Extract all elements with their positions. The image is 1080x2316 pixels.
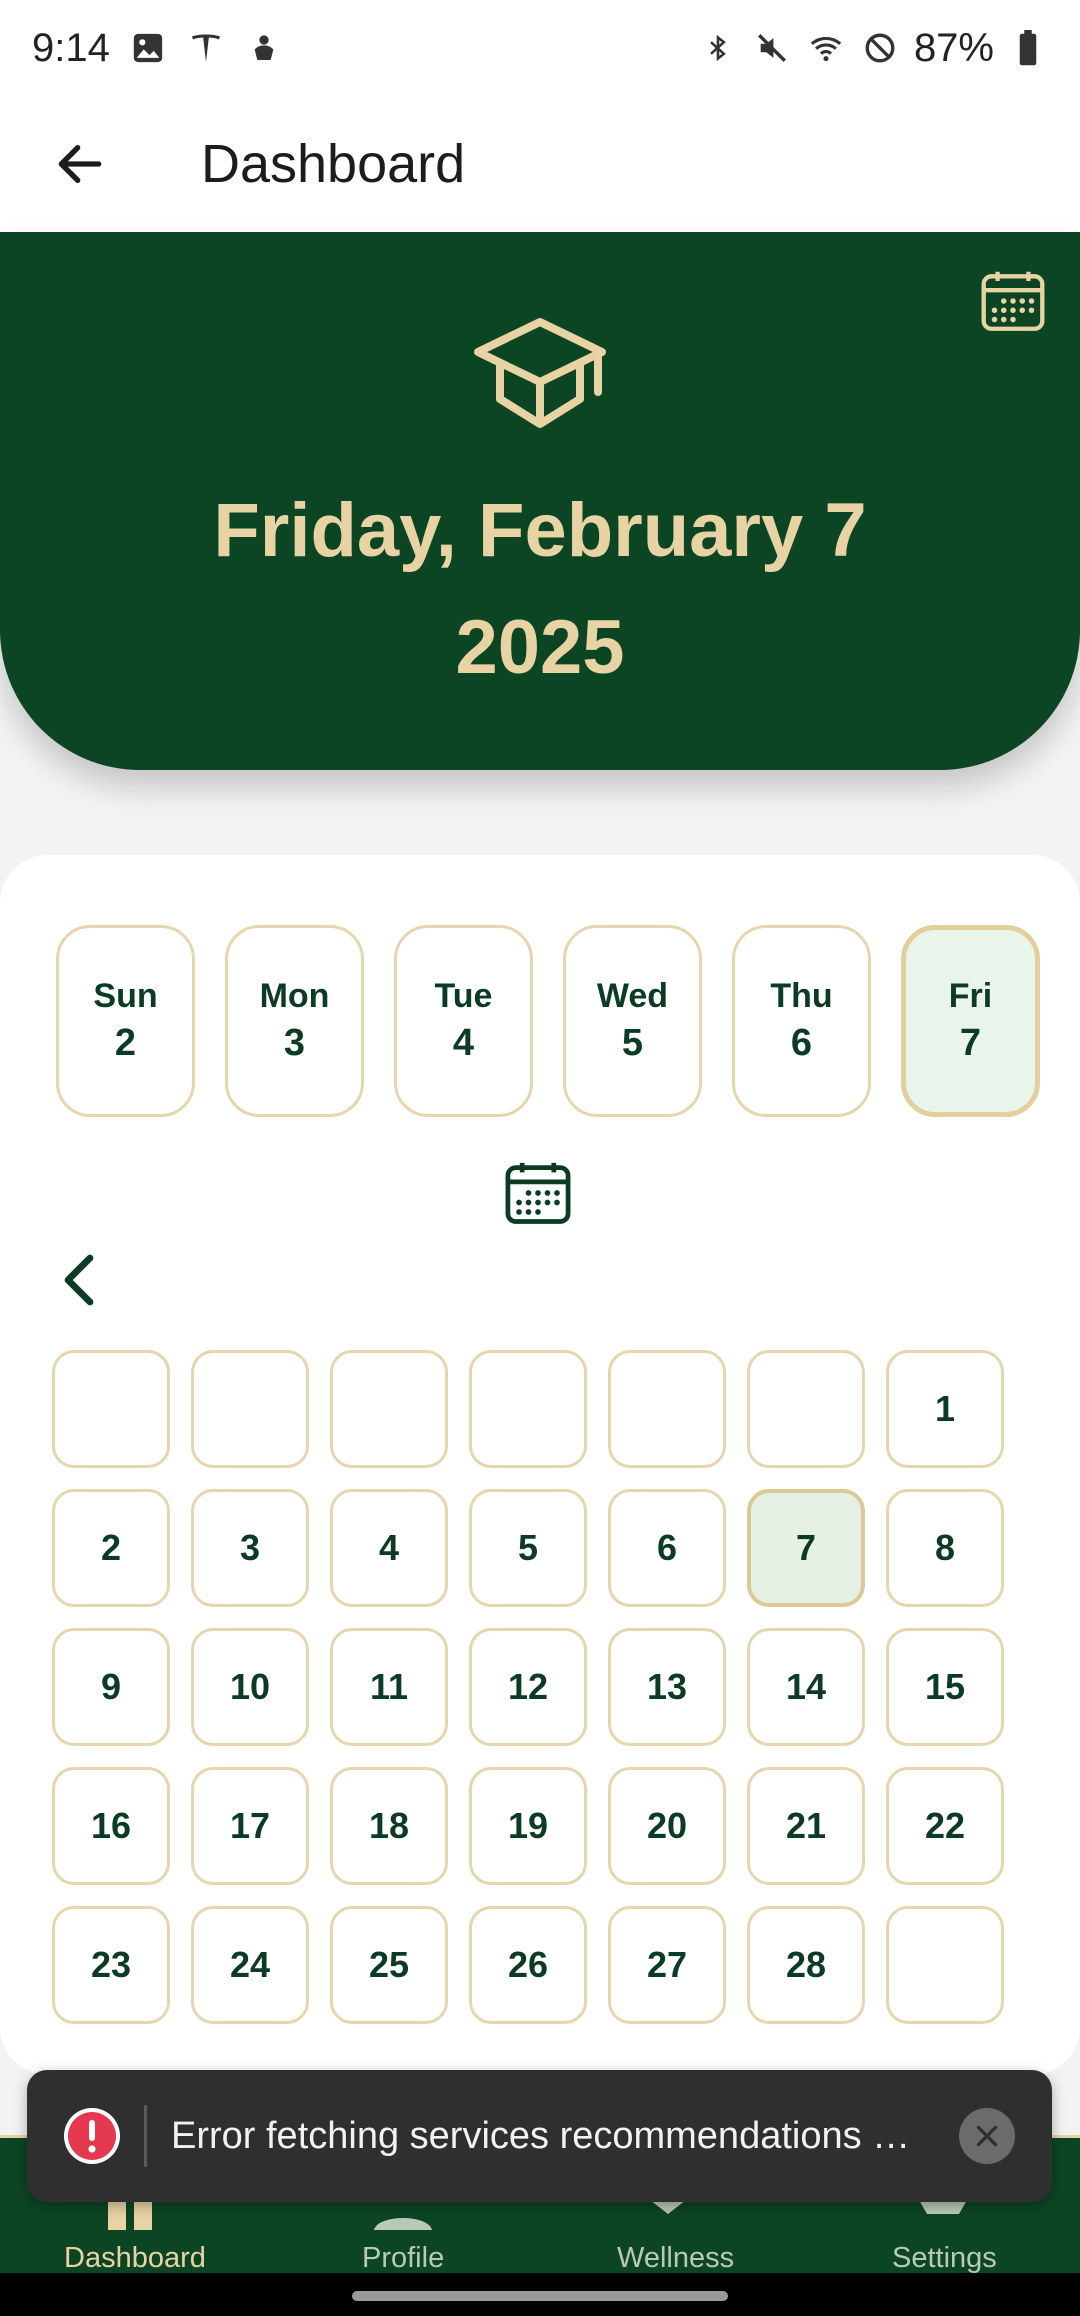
day-cell[interactable]: 26 xyxy=(469,1906,587,2024)
battery-icon xyxy=(1008,28,1048,68)
week-day-number: 2 xyxy=(114,1022,137,1064)
graduation-cap-icon xyxy=(470,314,610,434)
week-day-thu[interactable]: Thu 6 xyxy=(732,925,871,1117)
week-day-number: 5 xyxy=(621,1022,644,1064)
battery-percent: 87% xyxy=(913,25,994,70)
wellness-icon xyxy=(650,2200,686,2214)
snackbar-message: Error fetching services recommendations … xyxy=(171,2114,911,2157)
calendar-card: Sun 2 Mon 3 Tue 4 Wed 5 Thu 6 Fri 7 1 2 3 4 5 6 7 8 9 10 11 12… xyxy=(0,855,1080,2075)
hero-date: Friday, February 7 xyxy=(213,488,867,573)
back-button[interactable] xyxy=(32,116,128,212)
day-cell[interactable]: 22 xyxy=(886,1767,1004,1885)
day-cell[interactable]: 20 xyxy=(608,1767,726,1885)
week-day-name: Fri xyxy=(948,977,993,1015)
page-title: Dashboard xyxy=(201,134,466,194)
arrow-back-icon xyxy=(58,144,102,184)
empty-day-cell xyxy=(469,1350,587,1468)
home-gesture-handle[interactable] xyxy=(352,2291,728,2301)
day-cell[interactable]: 19 xyxy=(469,1767,587,1885)
empty-day-cell xyxy=(747,1350,865,1468)
day-cell[interactable]: 2 xyxy=(52,1489,170,1607)
week-day-name: Wed xyxy=(596,977,669,1015)
week-day-name: Mon xyxy=(259,977,330,1015)
week-day-sun[interactable]: Sun 2 xyxy=(56,925,195,1117)
day-cell[interactable]: 17 xyxy=(191,1767,309,1885)
nav-label-profile: Profile xyxy=(362,2242,445,2274)
day-cell[interactable]: 24 xyxy=(191,1906,309,2024)
week-day-number: 3 xyxy=(283,1022,306,1064)
empty-day-cell xyxy=(608,1350,726,1468)
wifi-icon xyxy=(806,28,846,68)
day-cell[interactable]: 3 xyxy=(191,1489,309,1607)
status-time: 9:14 xyxy=(32,25,110,70)
bluetooth-icon xyxy=(698,28,738,68)
nav-label-dashboard: Dashboard xyxy=(64,2242,206,2274)
snackbar-close-button[interactable] xyxy=(959,2108,1015,2164)
month-calendar-icon[interactable] xyxy=(500,1155,576,1231)
day-cell[interactable]: 27 xyxy=(608,1906,726,2024)
day-cell[interactable]: 14 xyxy=(747,1628,865,1746)
nav-label-settings: Settings xyxy=(892,2242,997,2274)
week-day-name: Sun xyxy=(93,977,158,1015)
do-not-disturb-icon xyxy=(860,28,900,68)
day-cell[interactable]: 13 xyxy=(608,1628,726,1746)
empty-day-cell xyxy=(330,1350,448,1468)
day-cell[interactable]: 28 xyxy=(747,1906,865,2024)
day-cell[interactable]: 10 xyxy=(191,1628,309,1746)
day-cell[interactable]: 8 xyxy=(886,1489,1004,1607)
week-day-number: 6 xyxy=(790,1022,813,1064)
day-cell[interactable]: 12 xyxy=(469,1628,587,1746)
day-cell[interactable]: 16 xyxy=(52,1767,170,1885)
day-cell[interactable]: 4 xyxy=(330,1489,448,1607)
day-cell[interactable]: 7 xyxy=(747,1489,865,1607)
day-cell[interactable]: 18 xyxy=(330,1767,448,1885)
profile-icon xyxy=(374,2218,432,2230)
week-strip: Sun 2 Mon 3 Tue 4 Wed 5 Thu 6 Fri 7 xyxy=(56,925,1080,1120)
week-day-number: 7 xyxy=(959,1022,982,1064)
settings-icon xyxy=(919,2200,967,2214)
mute-icon xyxy=(752,28,792,68)
previous-month-button[interactable] xyxy=(50,1245,110,1315)
tesla-icon xyxy=(186,28,226,68)
app-bar: Dashboard xyxy=(0,96,1080,232)
calendar-button[interactable] xyxy=(976,264,1050,338)
empty-day-cell xyxy=(886,1906,1004,2024)
week-day-mon[interactable]: Mon 3 xyxy=(225,925,364,1117)
home-icon xyxy=(108,2200,152,2230)
week-day-number: 4 xyxy=(452,1022,475,1064)
calendar-icon xyxy=(981,271,1045,331)
error-snackbar: Error fetching services recommendations … xyxy=(27,2070,1052,2202)
day-cell[interactable]: 15 xyxy=(886,1628,1004,1746)
system-gesture-area xyxy=(0,2273,1080,2316)
week-day-fri[interactable]: Fri 7 xyxy=(901,925,1040,1117)
date-hero: Friday, February 7 2025 xyxy=(0,232,1080,770)
day-cell[interactable]: 1 xyxy=(886,1350,1004,1468)
error-icon xyxy=(64,2108,120,2164)
week-day-wed[interactable]: Wed 5 xyxy=(563,925,702,1117)
day-cell[interactable]: 11 xyxy=(330,1628,448,1746)
hero-year: 2025 xyxy=(455,605,625,690)
status-bar: 9:14 87% xyxy=(0,0,1080,96)
empty-day-cell xyxy=(191,1350,309,1468)
nav-label-wellness: Wellness xyxy=(617,2242,735,2274)
hand-icon xyxy=(244,28,284,68)
empty-day-cell xyxy=(52,1350,170,1468)
day-cell[interactable]: 25 xyxy=(330,1906,448,2024)
image-icon xyxy=(128,28,168,68)
close-icon xyxy=(976,2125,998,2147)
day-cell[interactable]: 21 xyxy=(747,1767,865,1885)
week-day-name: Thu xyxy=(770,977,833,1015)
week-day-tue[interactable]: Tue 4 xyxy=(394,925,533,1117)
day-cell[interactable]: 23 xyxy=(52,1906,170,2024)
day-cell[interactable]: 5 xyxy=(469,1489,587,1607)
day-cell[interactable]: 6 xyxy=(608,1489,726,1607)
day-cell[interactable]: 9 xyxy=(52,1628,170,1746)
week-day-name: Tue xyxy=(434,977,493,1015)
chevron-left-icon xyxy=(64,1254,94,1306)
snackbar-divider xyxy=(144,2105,147,2167)
